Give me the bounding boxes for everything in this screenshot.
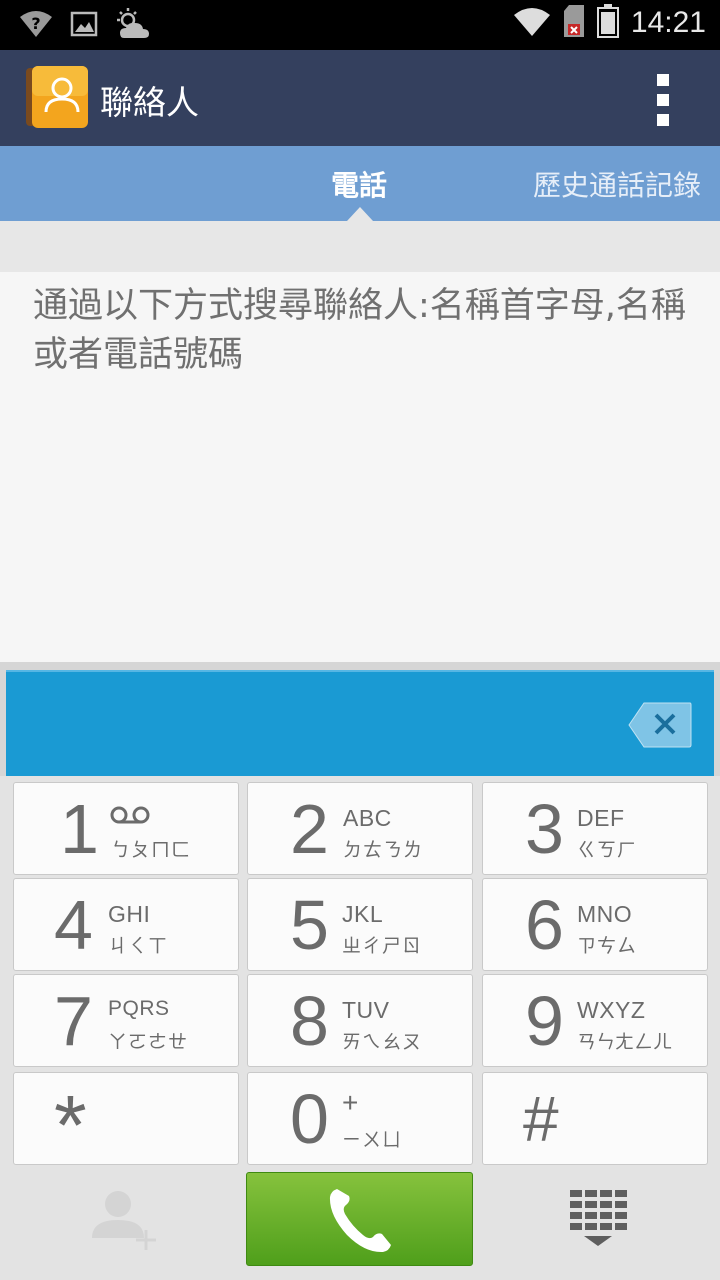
key-1[interactable]: 1 ㄅㄆㄇㄈ	[13, 782, 239, 875]
key-bopomofo: ㄍㄎㄏ	[577, 839, 638, 861]
key-letters: PQRS	[108, 997, 170, 1020]
call-button[interactable]	[246, 1172, 473, 1266]
key-bopomofo: ㄗㄘㄙ	[577, 935, 638, 957]
wifi-icon	[513, 6, 551, 40]
digits-input[interactable]	[6, 670, 714, 776]
clock: 14:21	[630, 6, 706, 39]
key-bopomofo: ㄢㄣㄤㄥㄦ	[577, 1031, 673, 1053]
key-letters: TUV	[342, 997, 390, 1023]
key-8[interactable]: 8 TUV ㄞㄟㄠㄡ	[247, 974, 473, 1067]
key-bopomofo: ㄅㄆㄇㄈ	[111, 839, 192, 861]
overflow-menu-icon[interactable]	[648, 74, 678, 126]
key-digit: 6	[525, 886, 564, 964]
sim-missing-icon	[563, 4, 585, 42]
key-7[interactable]: 7 PQRS ㄚㄛㄜㄝ	[13, 974, 239, 1067]
image-icon	[70, 11, 98, 41]
key-digit: 3	[525, 790, 564, 868]
phone-icon	[327, 1183, 395, 1259]
key-star[interactable]: *	[13, 1072, 239, 1172]
key-9[interactable]: 9 WXYZ ㄢㄣㄤㄥㄦ	[482, 974, 708, 1067]
key-bopomofo: ㄐㄑㄒ	[108, 935, 169, 957]
tab-phone[interactable]: 電話	[331, 164, 387, 204]
key-letters: JKL	[342, 901, 384, 927]
key-bopomofo: ㄞㄟㄠㄡ	[342, 1031, 423, 1053]
key-2[interactable]: 2 ABC ㄉㄊㄋㄌ	[247, 782, 473, 875]
key-digit: 2	[290, 790, 329, 868]
dialpad-toggle-icon[interactable]	[568, 1188, 628, 1252]
key-digit: 5	[290, 886, 329, 964]
add-contact-icon[interactable]	[90, 1186, 162, 1260]
key-digit: 8	[290, 982, 329, 1060]
dialer-screen: ? 14:21 聯絡人 電話 歷史通話記錄 通過以下方式搜尋聯絡人:名稱首字母,…	[0, 0, 720, 1280]
weather-icon	[114, 8, 152, 44]
key-0[interactable]: 0 + ㄧㄨㄩ	[247, 1072, 473, 1165]
key-letters: GHI	[108, 901, 151, 927]
wifi-unknown-icon: ?	[18, 9, 54, 43]
key-bopomofo: ㄓㄔㄕㄖ	[342, 935, 423, 957]
divider-strip	[0, 221, 720, 272]
search-hint: 通過以下方式搜尋聯絡人:名稱首字母,名稱或者電話號碼	[33, 286, 686, 375]
voicemail-icon	[110, 805, 150, 831]
key-5[interactable]: 5 JKL ㄓㄔㄕㄖ	[247, 878, 473, 971]
key-bopomofo: ㄚㄛㄜㄝ	[108, 1031, 189, 1053]
key-digit: 1	[60, 790, 99, 868]
key-bopomofo: ㄧㄨㄩ	[342, 1129, 403, 1151]
svg-text:?: ?	[31, 14, 40, 33]
key-bopomofo: ㄉㄊㄋㄌ	[343, 839, 424, 861]
tab-call-history[interactable]: 歷史通話記錄	[533, 164, 701, 204]
backspace-icon[interactable]	[628, 702, 692, 748]
key-digit: 4	[54, 886, 93, 964]
app-title: 聯絡人	[100, 83, 199, 122]
tab-indicator	[347, 207, 373, 221]
key-letters: MNO	[577, 901, 633, 927]
battery-icon	[596, 4, 619, 42]
key-6[interactable]: 6 MNO ㄗㄘㄙ	[482, 878, 708, 971]
key-digit: 9	[525, 982, 564, 1060]
key-digit: *	[54, 1078, 87, 1172]
status-bar: ? 14:21	[0, 0, 720, 50]
key-pound[interactable]: #	[482, 1072, 708, 1165]
key-digit: 0	[290, 1080, 329, 1158]
key-3[interactable]: 3 DEF ㄍㄎㄏ	[482, 782, 708, 875]
key-digit: #	[523, 1083, 559, 1155]
action-bar: 聯絡人	[0, 50, 720, 146]
key-digit: 7	[54, 982, 93, 1060]
key-letters: +	[342, 1087, 359, 1118]
key-letters: DEF	[577, 805, 625, 831]
key-letters: ABC	[343, 805, 392, 831]
key-letters: WXYZ	[577, 997, 646, 1023]
key-4[interactable]: 4 GHI ㄐㄑㄒ	[13, 878, 239, 971]
contacts-book-icon[interactable]	[26, 66, 88, 128]
